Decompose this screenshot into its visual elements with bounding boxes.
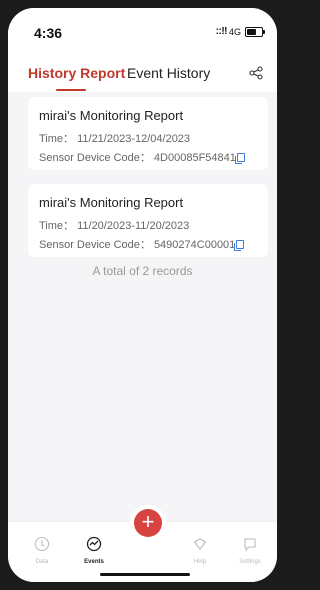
nav-settings[interactable]: Settings: [230, 536, 270, 565]
nav-help[interactable]: Help: [180, 536, 220, 565]
signal-icon: ::!!: [215, 26, 228, 37]
help-icon: [193, 538, 207, 550]
report-device-code: Sensor Device Code： 4D00085F54841: [39, 149, 245, 165]
nav-help-label: Help: [193, 559, 207, 565]
device-code-text: Sensor Device Code： 5490274C00001: [39, 239, 236, 251]
data-icon: [34, 536, 50, 552]
nav-events[interactable]: Events: [74, 536, 114, 565]
records-total: A total of 2 records: [92, 264, 193, 278]
tab-history-report[interactable]: History Report: [28, 65, 125, 81]
network-label: 4G: [228, 27, 241, 37]
tab-bar: History Report Event History: [8, 52, 277, 92]
tab-active-indicator: [56, 89, 86, 91]
report-title: mirai's Monitoring Report: [39, 108, 184, 123]
copy-icon[interactable]: [234, 240, 245, 251]
nav-data[interactable]: Data: [22, 536, 62, 565]
report-time: Time： 11/21/2023-12/04/2023: [39, 133, 191, 145]
device-code-text: Sensor Device Code： 4D00085F54841: [39, 152, 236, 164]
share-icon[interactable]: [249, 66, 263, 80]
status-bar: 4:36 ::!! 4G: [8, 8, 277, 52]
nav-settings-label: Settings: [239, 559, 261, 565]
home-indicator: [100, 573, 190, 576]
nav-events-label: Events: [84, 559, 104, 565]
add-button[interactable]: +: [134, 509, 162, 537]
battery-icon: [245, 27, 265, 37]
events-icon: [86, 536, 102, 552]
tab-event-history[interactable]: Event History: [127, 65, 210, 81]
report-device-code: Sensor Device Code： 5490274C00001: [39, 236, 245, 252]
phone-screen: 4:36 ::!! 4G History Report Event Histor…: [8, 8, 277, 582]
report-time: Time： 11/20/2023-11/20/2023: [39, 220, 190, 232]
status-time: 4:36: [34, 25, 63, 41]
copy-icon[interactable]: [234, 153, 245, 164]
report-title: mirai's Monitoring Report: [39, 195, 184, 210]
bottom-nav: Data Events + Help Settings: [8, 509, 277, 582]
report-card[interactable]: mirai's Monitoring Report Time： 11/20/20…: [28, 184, 268, 257]
nav-data-label: Data: [35, 559, 49, 565]
settings-icon: [244, 538, 256, 552]
report-card[interactable]: mirai's Monitoring Report Time： 11/21/20…: [28, 97, 268, 170]
